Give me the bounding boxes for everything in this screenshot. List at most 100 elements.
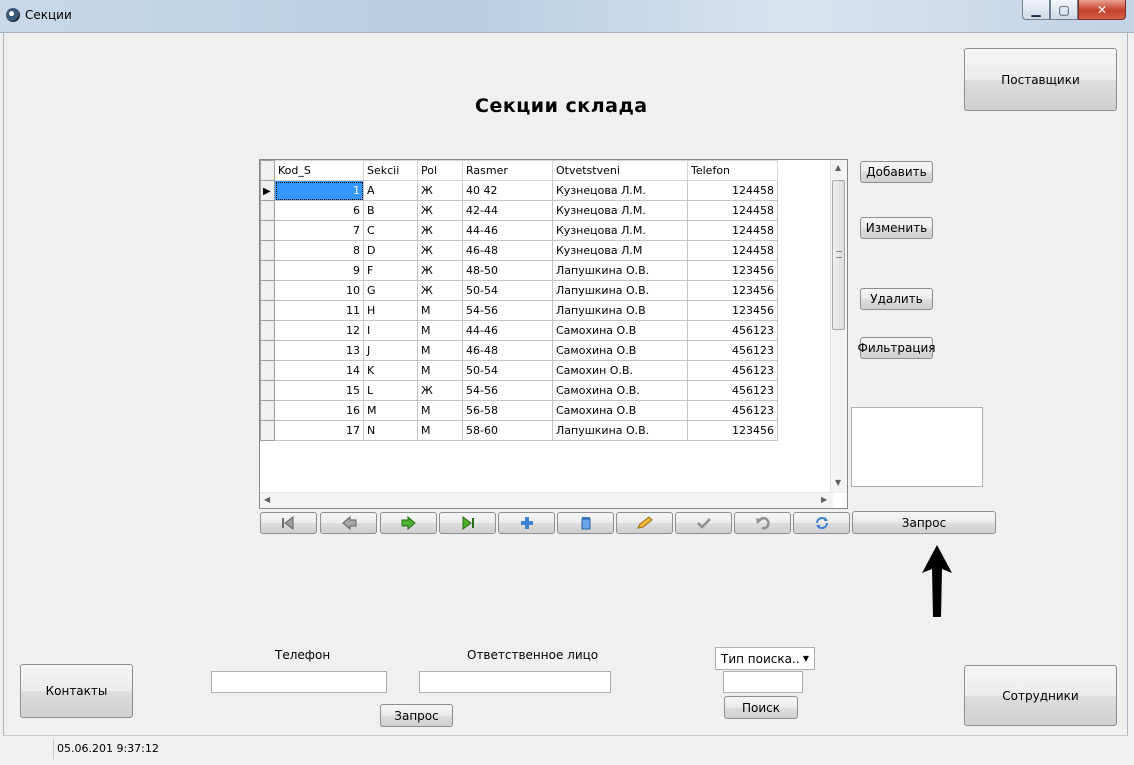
row-indicator[interactable] bbox=[260, 200, 275, 221]
cell-kod-s[interactable]: 11 bbox=[274, 300, 364, 321]
cell-sekcii[interactable]: N bbox=[363, 420, 418, 441]
cell-telefon[interactable]: 124458 bbox=[687, 200, 778, 221]
nav-insert-button[interactable] bbox=[498, 512, 555, 534]
phone-input[interactable] bbox=[211, 671, 387, 693]
table-row[interactable]: 14 K М 50-54 Самохин О.В. 456123 bbox=[260, 360, 778, 381]
cell-rasmer[interactable]: 56-58 bbox=[462, 400, 553, 421]
nav-post-button[interactable] bbox=[675, 512, 732, 534]
cell-sekcii[interactable]: H bbox=[363, 300, 418, 321]
cell-kod-s[interactable]: 8 bbox=[274, 240, 364, 261]
cell-telefon[interactable]: 123456 bbox=[687, 420, 778, 441]
cell-otvetstveni[interactable]: Кузнецова Л.М. bbox=[552, 180, 688, 201]
cell-rasmer[interactable]: 54-56 bbox=[462, 380, 553, 401]
cell-telefon[interactable]: 456123 bbox=[687, 400, 778, 421]
table-row[interactable]: 8 D Ж 46-48 Кузнецова Л.М 124458 bbox=[260, 240, 778, 261]
cell-kod-s[interactable]: 1 bbox=[274, 180, 364, 201]
table-row[interactable]: 7 C Ж 44-46 Кузнецова Л.М. 124458 bbox=[260, 220, 778, 241]
table-row[interactable]: 13 J М 46-48 Самохина О.В 456123 bbox=[260, 340, 778, 361]
cell-sekcii[interactable]: G bbox=[363, 280, 418, 301]
cell-telefon[interactable]: 123456 bbox=[687, 260, 778, 281]
cell-sekcii[interactable]: K bbox=[363, 360, 418, 381]
cell-pol[interactable]: М bbox=[417, 420, 463, 441]
nav-cancel-button[interactable] bbox=[734, 512, 791, 534]
search-value-input[interactable] bbox=[723, 671, 803, 693]
cell-telefon[interactable]: 456123 bbox=[687, 380, 778, 401]
minimize-button[interactable]: ▁ bbox=[1022, 0, 1050, 20]
grid-vertical-scrollbar[interactable]: ▲ ▼ bbox=[830, 160, 847, 493]
row-indicator[interactable] bbox=[260, 240, 275, 261]
cell-kod-s[interactable]: 9 bbox=[274, 260, 364, 281]
cell-telefon[interactable]: 124458 bbox=[687, 220, 778, 241]
cell-telefon[interactable]: 456123 bbox=[687, 360, 778, 381]
row-indicator[interactable] bbox=[260, 420, 275, 441]
cell-otvetstveni[interactable]: Лапушкина О.В. bbox=[552, 260, 688, 281]
cell-rasmer[interactable]: 46-48 bbox=[462, 340, 553, 361]
cell-kod-s[interactable]: 14 bbox=[274, 360, 364, 381]
cell-kod-s[interactable]: 12 bbox=[274, 320, 364, 341]
sections-grid[interactable]: Kod_S Sekcii Pol Rasmer Otvetstveni Tele… bbox=[259, 159, 848, 509]
cell-rasmer[interactable]: 46-48 bbox=[462, 240, 553, 261]
cell-kod-s[interactable]: 13 bbox=[274, 340, 364, 361]
cell-pol[interactable]: Ж bbox=[417, 280, 463, 301]
cell-kod-s[interactable]: 6 bbox=[274, 200, 364, 221]
cell-otvetstveni[interactable]: Кузнецова Л.М bbox=[552, 240, 688, 261]
search-query-button[interactable]: Запрос bbox=[380, 704, 453, 727]
cell-otvetstveni[interactable]: Лапушкина О.В. bbox=[552, 420, 688, 441]
cell-rasmer[interactable]: 50-54 bbox=[462, 280, 553, 301]
cell-kod-s[interactable]: 16 bbox=[274, 400, 364, 421]
cell-telefon[interactable]: 123456 bbox=[687, 280, 778, 301]
column-header-kod-s[interactable]: Kod_S bbox=[274, 160, 364, 181]
cell-pol[interactable]: Ж bbox=[417, 260, 463, 281]
cell-pol[interactable]: М bbox=[417, 320, 463, 341]
cell-sekcii[interactable]: J bbox=[363, 340, 418, 361]
cell-rasmer[interactable]: 40 42 bbox=[462, 180, 553, 201]
row-indicator[interactable] bbox=[260, 220, 275, 241]
row-indicator[interactable] bbox=[260, 320, 275, 341]
cell-otvetstveni[interactable]: Самохина О.В. bbox=[552, 380, 688, 401]
cell-otvetstveni[interactable]: Кузнецова Л.М. bbox=[552, 200, 688, 221]
nav-edit-button[interactable] bbox=[616, 512, 673, 534]
cell-rasmer[interactable]: 42-44 bbox=[462, 200, 553, 221]
row-indicator[interactable] bbox=[260, 280, 275, 301]
cell-telefon[interactable]: 123456 bbox=[687, 300, 778, 321]
table-row[interactable]: 16 M М 56-58 Самохина О.В 456123 bbox=[260, 400, 778, 421]
cell-rasmer[interactable]: 50-54 bbox=[462, 360, 553, 381]
scroll-right-icon[interactable]: ▶ bbox=[821, 495, 827, 504]
maximize-button[interactable]: ▢ bbox=[1050, 0, 1078, 20]
cell-pol[interactable]: М bbox=[417, 300, 463, 321]
cell-sekcii[interactable]: D bbox=[363, 240, 418, 261]
cell-sekcii[interactable]: C bbox=[363, 220, 418, 241]
nav-refresh-button[interactable] bbox=[793, 512, 850, 534]
table-row[interactable]: 15 L Ж 54-56 Самохина О.В. 456123 bbox=[260, 380, 778, 401]
cell-otvetstveni[interactable]: Самохин О.В. bbox=[552, 360, 688, 381]
cell-pol[interactable]: М bbox=[417, 400, 463, 421]
row-indicator[interactable] bbox=[260, 340, 275, 361]
responsible-person-input[interactable] bbox=[419, 671, 611, 693]
cell-telefon[interactable]: 124458 bbox=[687, 180, 778, 201]
cell-rasmer[interactable]: 58-60 bbox=[462, 420, 553, 441]
row-indicator[interactable]: ▶ bbox=[260, 180, 275, 201]
delete-button[interactable]: Удалить bbox=[860, 288, 933, 310]
column-header-rasmer[interactable]: Rasmer bbox=[462, 160, 553, 181]
cell-otvetstveni[interactable]: Кузнецова Л.М. bbox=[552, 220, 688, 241]
cell-pol[interactable]: М bbox=[417, 340, 463, 361]
cell-otvetstveni[interactable]: Лапушкина О.В. bbox=[552, 280, 688, 301]
nav-prior-button[interactable] bbox=[320, 512, 377, 534]
cell-sekcii[interactable]: F bbox=[363, 260, 418, 281]
search-button[interactable]: Поиск bbox=[724, 696, 798, 719]
cell-sekcii[interactable]: B bbox=[363, 200, 418, 221]
nav-next-button[interactable] bbox=[380, 512, 437, 534]
nav-last-button[interactable] bbox=[439, 512, 496, 534]
table-row[interactable]: 10 G Ж 50-54 Лапушкина О.В. 123456 bbox=[260, 280, 778, 301]
cell-pol[interactable]: Ж bbox=[417, 380, 463, 401]
column-header-sekcii[interactable]: Sekcii bbox=[363, 160, 418, 181]
close-button[interactable]: ✕ bbox=[1078, 0, 1126, 20]
cell-otvetstveni[interactable]: Самохина О.В bbox=[552, 340, 688, 361]
grid-horizontal-scrollbar[interactable]: ◀ ▶ bbox=[260, 492, 833, 508]
table-row[interactable]: ▶ 1 A Ж 40 42 Кузнецова Л.М. 124458 bbox=[260, 180, 778, 201]
cell-pol[interactable]: Ж bbox=[417, 240, 463, 261]
scroll-down-icon[interactable]: ▼ bbox=[835, 478, 841, 487]
cell-kod-s[interactable]: 15 bbox=[274, 380, 364, 401]
scroll-up-icon[interactable]: ▲ bbox=[835, 163, 841, 172]
cell-telefon[interactable]: 456123 bbox=[687, 340, 778, 361]
